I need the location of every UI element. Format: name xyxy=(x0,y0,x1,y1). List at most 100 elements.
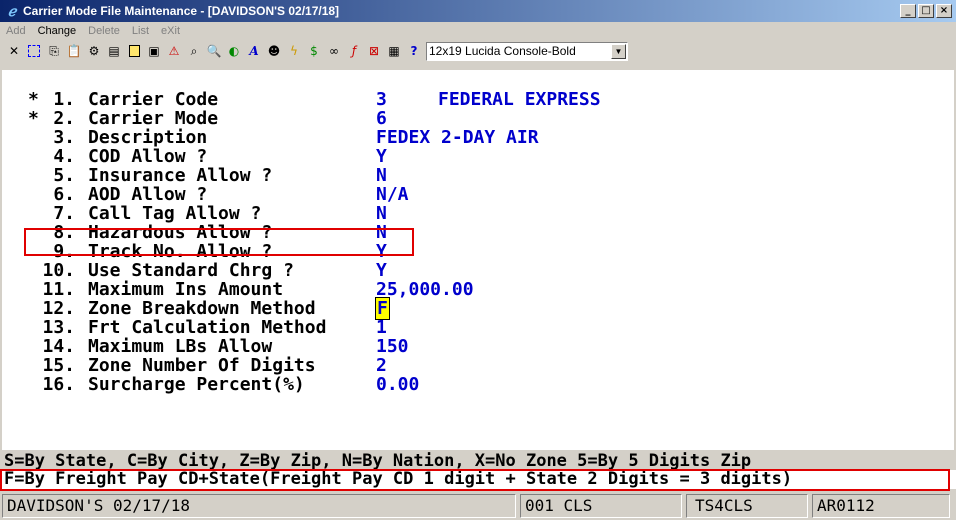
field-row: 7. Call Tag Allow ? N xyxy=(2,204,954,223)
select-icon[interactable] xyxy=(24,41,44,61)
minimize-button[interactable]: _ xyxy=(900,4,916,18)
properties-icon[interactable]: ▤ xyxy=(104,41,124,61)
app-logo-icon: ℯ xyxy=(7,2,17,19)
person-icon[interactable]: ☻ xyxy=(264,41,284,61)
field-row: 16. Surcharge Percent(%) 0.00 xyxy=(2,375,954,394)
field-value[interactable]: 2 xyxy=(376,356,387,375)
field-row: 13. Frt Calculation Method 1 xyxy=(2,318,954,337)
binoculars-icon[interactable]: ⌕ xyxy=(184,41,204,61)
field-row: * 1. Carrier Code 3 FEDERAL EXPRESS xyxy=(2,90,954,109)
field-value[interactable]: 25,000.00 xyxy=(376,280,474,299)
print-icon[interactable]: ▣ xyxy=(144,41,164,61)
field-label: Call Tag Allow ? xyxy=(88,203,262,224)
status-code: 001 CLS xyxy=(520,494,682,518)
field-row: 14. Maximum LBs Allow 150 xyxy=(2,337,954,356)
field-row: 15. Zone Number Of Digits 2 xyxy=(2,356,954,375)
close-button[interactable]: × xyxy=(936,4,952,18)
field-value[interactable]: 0.00 xyxy=(376,375,419,394)
paste-icon[interactable]: 📋 xyxy=(64,41,84,61)
note-icon[interactable] xyxy=(124,41,144,61)
field-value[interactable]: N xyxy=(376,166,387,185)
menu-exit[interactable]: eXit xyxy=(155,25,186,37)
field-row: 8. Hazardous Allow ? N xyxy=(2,223,954,242)
field-label: Use Standard Chrg ? xyxy=(88,260,294,281)
menu-add[interactable]: Add xyxy=(0,25,32,37)
active-input-cursor[interactable]: F xyxy=(375,297,390,320)
field-row: 12. Zone Breakdown Method F xyxy=(2,297,954,320)
field-row: 5. Insurance Allow ? N xyxy=(2,166,954,185)
field-number: 13. xyxy=(42,317,75,338)
field-value[interactable]: Y xyxy=(376,242,387,261)
field-number: 4. xyxy=(53,146,75,167)
font-icon[interactable]: A xyxy=(244,41,264,61)
field-label: Carrier Mode xyxy=(88,108,219,129)
field-row: 4. COD Allow ? Y xyxy=(2,147,954,166)
field-value[interactable]: Y xyxy=(376,261,387,280)
field-label: COD Allow ? xyxy=(88,146,208,167)
field-label: Frt Calculation Method xyxy=(88,317,327,338)
alert-icon[interactable]: ⚠ xyxy=(164,41,184,61)
field-label: Hazardous Allow ? xyxy=(88,222,273,243)
field-number: 16. xyxy=(42,374,75,395)
field-label: Maximum Ins Amount xyxy=(88,279,284,300)
copy-icon[interactable]: ⎘ xyxy=(44,41,64,61)
field-value[interactable]: 150 xyxy=(376,337,409,356)
field-number: 1. xyxy=(53,89,75,110)
field-label: Zone Number Of Digits xyxy=(88,355,316,376)
field-label: Description xyxy=(88,127,208,148)
currency-icon[interactable]: $ xyxy=(304,41,324,61)
field-value[interactable]: FEDEX 2-DAY AIR xyxy=(376,128,539,147)
function-icon[interactable]: ƒ xyxy=(344,41,364,61)
field-value[interactable]: 3 xyxy=(376,90,387,109)
field-number: 10. xyxy=(42,260,75,281)
cancel-icon[interactable]: ⊠ xyxy=(364,41,384,61)
status-terminal: TS4CLS xyxy=(686,494,808,518)
field-row: * 2. Carrier Mode 6 xyxy=(2,109,954,128)
window-controls: _ □ × xyxy=(900,4,952,18)
field-row: 3. Description FEDEX 2-DAY AIR xyxy=(2,128,954,147)
terminal-screen: * 1. Carrier Code 3 FEDERAL EXPRESS * 2. Carrie… xyxy=(2,70,954,450)
menu-list[interactable]: List xyxy=(126,25,155,37)
field-row: 11. Maximum Ins Amount 25,000.00 xyxy=(2,280,954,299)
field-value[interactable]: N xyxy=(376,223,387,242)
status-company: DAVIDSON'S 02/17/18 xyxy=(2,494,516,518)
maximize-button[interactable]: □ xyxy=(918,4,934,18)
field-number: 12. xyxy=(42,298,75,319)
search-icon[interactable]: 🔍 xyxy=(204,41,224,61)
key-marker: * xyxy=(28,108,39,129)
font-select[interactable]: 12x19 Lucida Console-Bold ▼ xyxy=(426,41,628,61)
field-label: Insurance Allow ? xyxy=(88,165,273,186)
field-label: AOD Allow ? xyxy=(88,184,208,205)
field-number: 15. xyxy=(42,355,75,376)
window-title: Carrier Mode File Maintenance - [DAVIDSO… xyxy=(23,4,340,18)
field-value[interactable]: N xyxy=(376,204,387,223)
lightning-icon[interactable]: ϟ xyxy=(284,41,304,61)
field-label: Track No. Allow ? xyxy=(88,241,273,262)
field-value[interactable]: F xyxy=(375,297,390,320)
link-icon[interactable]: ∞ xyxy=(324,41,344,61)
color-icon[interactable]: ◐ xyxy=(224,41,244,61)
field-number: 11. xyxy=(42,279,75,300)
menu-delete[interactable]: Delete xyxy=(82,25,126,37)
field-row: 9. Track No. Allow ? Y xyxy=(2,242,954,261)
field-number: 5. xyxy=(53,165,75,186)
field-value[interactable]: 6 xyxy=(376,109,387,128)
title-bar: ℯ Carrier Mode File Maintenance - [DAVID… xyxy=(0,0,956,22)
field-number: 9. xyxy=(53,241,75,262)
field-number: 3. xyxy=(53,127,75,148)
menu-bar: Add Change Delete List eXit xyxy=(0,22,956,40)
status-program: AR0112 xyxy=(812,494,950,518)
field-value[interactable]: Y xyxy=(376,147,387,166)
toolbar: ✕ ⎘ 📋 ⚙ ▤ ▣ ⚠ ⌕ 🔍 ◐ A ☻ ϟ $ ∞ ƒ ⊠ ▦ ? 12… xyxy=(4,40,956,62)
report-icon[interactable]: ▦ xyxy=(384,41,404,61)
field-description: FEDERAL EXPRESS xyxy=(438,89,601,110)
field-value[interactable]: N/A xyxy=(376,185,409,204)
field-label: Surcharge Percent(%) xyxy=(88,374,305,395)
help-icon[interactable]: ? xyxy=(404,41,424,61)
field-label: Carrier Code xyxy=(88,89,219,110)
menu-change[interactable]: Change xyxy=(32,25,83,37)
chevron-down-icon[interactable]: ▼ xyxy=(611,43,626,59)
field-value[interactable]: 1 xyxy=(376,318,387,337)
close-icon[interactable]: ✕ xyxy=(4,41,24,61)
settings-icon[interactable]: ⚙ xyxy=(84,41,104,61)
